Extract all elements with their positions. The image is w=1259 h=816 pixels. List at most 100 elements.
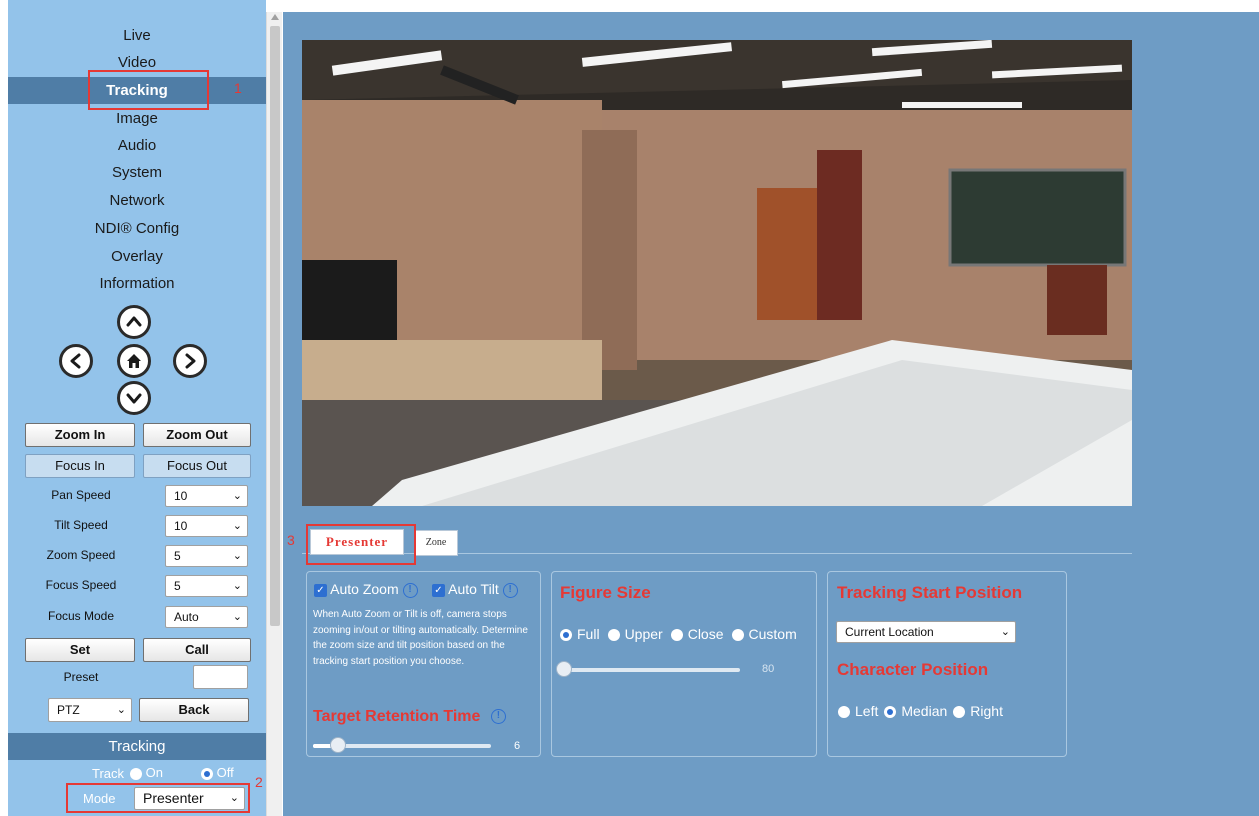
chevron-down-icon: ⌄ — [232, 550, 242, 562]
focus-out-button[interactable]: Focus Out — [143, 454, 251, 478]
checkmark-icon: ✓ — [432, 583, 445, 597]
auto-zoom-checkbox[interactable]: ✓ Auto Zoom ! — [314, 581, 418, 598]
figure-size-radio-dot — [670, 629, 683, 642]
pan-left-button[interactable] — [59, 344, 93, 378]
track-on-radio[interactable]: On — [130, 765, 163, 780]
track-off-label: Off — [216, 765, 234, 780]
figure-size-slider-track[interactable] — [560, 668, 740, 672]
character-position-radio-left[interactable]: Left — [838, 703, 878, 719]
help-icon[interactable]: ! — [502, 582, 518, 598]
character-position-radio-dot — [953, 706, 966, 719]
mode-select-value: Presenter — [143, 790, 204, 806]
pan-up-button[interactable] — [117, 305, 151, 339]
auto-description: When Auto Zoom or Tilt is off, camera st… — [313, 609, 528, 667]
figure-size-radio-dot — [607, 629, 620, 642]
track-on-label: On — [145, 765, 163, 780]
figure-size-radio-dot — [560, 629, 572, 642]
character-position-radio-dot — [838, 706, 850, 719]
sidebar: Live Video Tracking Image Audio System N… — [8, 0, 266, 816]
figure-size-radio-close[interactable]: Close — [670, 626, 724, 642]
tilt-speed-select[interactable]: 10 ⌄ — [165, 515, 248, 537]
start-position-value: Current Location — [845, 625, 934, 639]
zoom-speed-value: 5 — [174, 549, 181, 563]
nav-item-audio[interactable]: Audio — [8, 132, 266, 159]
chevron-down-icon: ⌄ — [232, 490, 242, 502]
zoom-out-button[interactable]: Zoom Out — [143, 423, 251, 447]
focus-mode-value: Auto — [174, 610, 199, 624]
focus-in-button[interactable]: Focus In — [25, 454, 135, 478]
focus-mode-label: Focus Mode — [47, 609, 115, 623]
figure-size-radio-label: Upper — [624, 626, 663, 642]
help-icon[interactable]: ! — [490, 709, 506, 725]
scroll-up-icon[interactable] — [271, 14, 279, 20]
nav-item-overlay[interactable]: Overlay — [8, 243, 266, 270]
checkmark-icon: ✓ — [314, 583, 327, 597]
character-position-options: Left Median Right — [838, 703, 1009, 719]
chevron-down-icon: ⌄ — [232, 611, 242, 623]
tilt-speed-value: 10 — [174, 519, 188, 533]
track-label: Track — [92, 766, 125, 781]
figure-size-radio-upper[interactable]: Upper — [607, 626, 663, 642]
zoom-speed-label: Zoom Speed — [46, 548, 116, 562]
call-preset-button[interactable]: Call — [143, 638, 251, 662]
pan-right-button[interactable] — [173, 344, 207, 378]
focus-speed-select[interactable]: 5 ⌄ — [165, 575, 248, 597]
figure-size-radio-full[interactable]: Full — [560, 626, 600, 642]
nav-item-live[interactable]: Live — [8, 22, 266, 49]
character-position-radio-median[interactable]: Median — [884, 703, 947, 719]
zoom-in-button[interactable]: Zoom In — [25, 423, 135, 447]
preset-label: Preset — [63, 670, 99, 684]
tilt-speed-label: Tilt Speed — [54, 518, 108, 532]
character-position-radio-label: Median — [901, 703, 948, 719]
mode-select[interactable]: Presenter ⌄ — [134, 787, 245, 810]
home-icon — [127, 354, 141, 368]
preset-input[interactable] — [193, 665, 248, 689]
auto-zoom-label: Auto Zoom — [330, 581, 399, 597]
focus-mode-select[interactable]: Auto ⌄ — [165, 606, 248, 628]
figure-size-radio-custom[interactable]: Custom — [731, 626, 797, 642]
set-preset-button[interactable]: Set — [25, 638, 135, 662]
nav-item-network[interactable]: Network — [8, 187, 266, 214]
track-off-radio-dot — [201, 767, 213, 780]
pan-speed-label: Pan Speed — [51, 488, 111, 502]
ptz-select[interactable]: PTZ ⌄ — [48, 698, 132, 722]
track-off-radio[interactable]: Off — [201, 765, 234, 780]
figure-size-options: Full Upper Close Custom — [560, 626, 805, 642]
tab-zone[interactable]: Zone — [414, 530, 458, 556]
chevron-down-icon — [126, 393, 142, 404]
chevron-right-icon — [185, 353, 196, 369]
tracking-start-position-title: Tracking Start Position — [837, 583, 1023, 602]
character-position-radio-right[interactable]: Right — [953, 703, 1003, 719]
chevron-down-icon: ⌄ — [232, 580, 242, 592]
nav-item-system[interactable]: System — [8, 159, 266, 186]
sidebar-scrollbar[interactable] — [266, 12, 282, 816]
help-icon[interactable]: ! — [402, 582, 418, 598]
chevron-left-icon — [70, 353, 81, 369]
figure-size-value: 80 — [762, 663, 775, 675]
character-position-radio-label: Left — [855, 703, 879, 719]
back-button[interactable]: Back — [139, 698, 249, 722]
ptz-home-button[interactable] — [117, 344, 151, 378]
nav-item-ndi-config[interactable]: NDI® Config — [8, 215, 266, 242]
video-preview — [302, 40, 1132, 506]
chevron-down-icon: ⌄ — [1000, 626, 1010, 638]
chevron-down-icon: ⌄ — [116, 704, 126, 716]
figure-size-radio-dot — [731, 629, 744, 642]
annotation-box-tracking — [88, 70, 209, 110]
start-position-select[interactable]: Current Location ⌄ — [836, 621, 1016, 643]
scrollbar-thumb[interactable] — [270, 26, 280, 626]
track-on-radio-dot — [130, 767, 142, 780]
pan-speed-select[interactable]: 10 ⌄ — [165, 485, 248, 507]
nav-item-information[interactable]: Information — [8, 270, 266, 297]
annotation-box-presenter-tab — [306, 524, 416, 565]
figure-size-radio-label: Close — [687, 626, 724, 642]
conference-room-image — [302, 40, 1132, 506]
focus-speed-value: 5 — [174, 579, 181, 593]
ptz-select-value: PTZ — [57, 703, 80, 717]
figure-size-slider-thumb[interactable] — [556, 661, 572, 677]
pan-down-button[interactable] — [117, 381, 151, 415]
zoom-speed-select[interactable]: 5 ⌄ — [165, 545, 248, 567]
figure-size-title: Figure Size — [560, 583, 651, 602]
annotation-number-1: 1 — [234, 80, 242, 96]
auto-tilt-checkbox[interactable]: ✓ Auto Tilt ! — [432, 581, 518, 598]
